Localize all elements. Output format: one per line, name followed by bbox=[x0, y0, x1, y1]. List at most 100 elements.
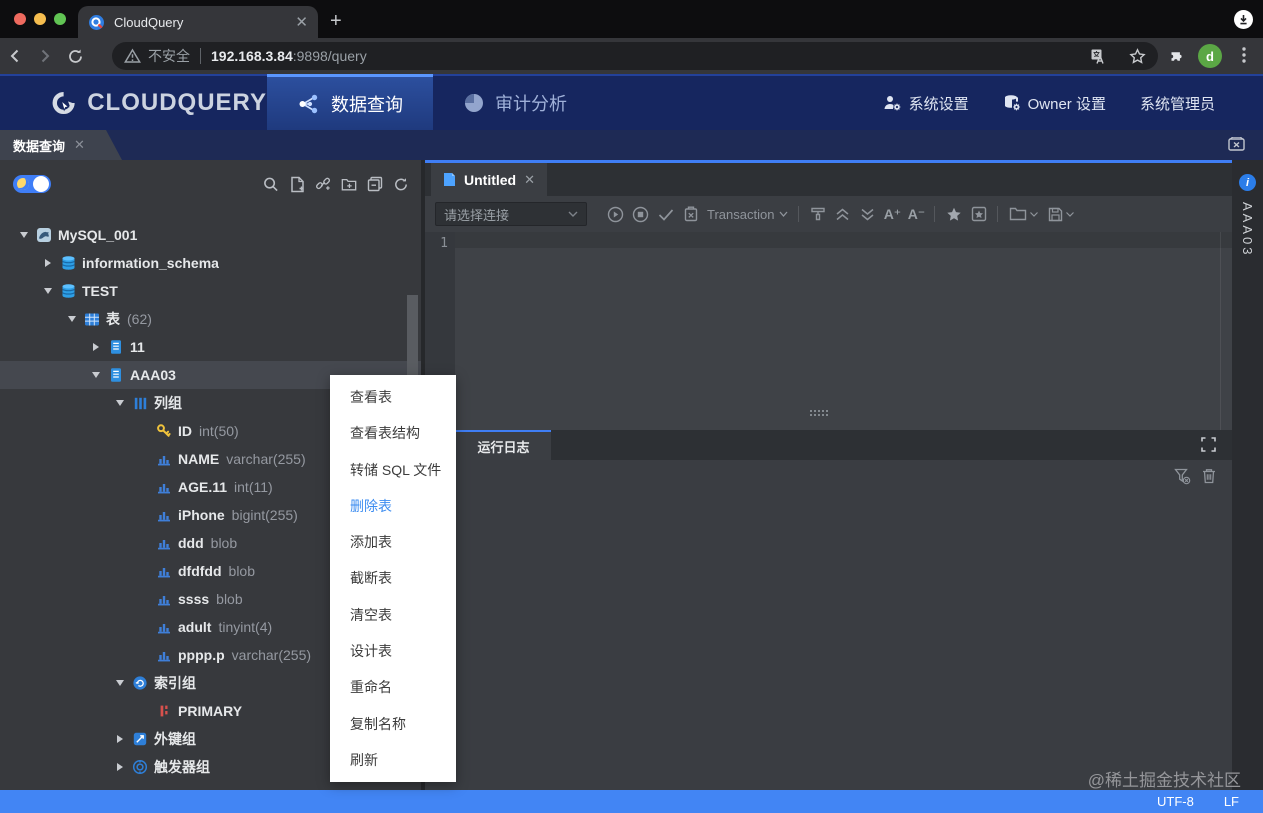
splitter-drag-handle[interactable] bbox=[810, 410, 830, 418]
run-icon[interactable] bbox=[603, 203, 628, 225]
owner-settings-button[interactable]: Owner 设置 bbox=[1003, 93, 1106, 114]
tree-label: 11 bbox=[130, 339, 145, 355]
tree-label: PRIMARY bbox=[178, 703, 243, 719]
nav-tab-label: 审计分析 bbox=[495, 94, 567, 114]
stop-icon[interactable] bbox=[628, 203, 653, 225]
tree-label: 触发器组 bbox=[154, 759, 210, 775]
expand-down-icon[interactable] bbox=[855, 203, 880, 225]
new-tab-button[interactable]: + bbox=[330, 10, 342, 33]
workspace-tab-data-query[interactable]: 数据查询 ✕ bbox=[0, 130, 122, 160]
nav-tab-data-query[interactable]: 数据查询 bbox=[267, 74, 433, 130]
caret-down-icon[interactable] bbox=[16, 232, 32, 238]
font-increase-button[interactable]: A⁺ bbox=[880, 206, 904, 223]
context-menu-item-刷新[interactable]: 刷新 bbox=[330, 742, 456, 778]
caret-down-icon[interactable] bbox=[64, 316, 80, 322]
workspace-tab-label: 数据查询 bbox=[13, 138, 66, 154]
tree-label: MySQL_001 bbox=[58, 227, 138, 243]
editor-tab-untitled[interactable]: Untitled ✕ bbox=[431, 163, 547, 196]
tab-close-icon[interactable]: ✕ bbox=[295, 15, 308, 30]
browser-menu-icon[interactable] bbox=[1242, 46, 1246, 64]
bookmark-star-icon[interactable] bbox=[1129, 47, 1146, 65]
right-panel-tab-aaa03[interactable]: AAA03 bbox=[1240, 202, 1255, 257]
caret-right-icon[interactable] bbox=[88, 343, 104, 351]
search-icon[interactable] bbox=[263, 174, 279, 194]
collapse-all-icon[interactable] bbox=[367, 174, 383, 194]
new-folder-icon[interactable] bbox=[341, 174, 357, 194]
add-connection-icon[interactable] bbox=[315, 174, 331, 194]
context-menu-item-查看表结构[interactable]: 查看表结构 bbox=[330, 415, 456, 451]
reload-icon[interactable] bbox=[60, 48, 90, 65]
system-settings-button[interactable]: 系统设置 bbox=[883, 93, 969, 114]
tree-row-表[interactable]: 表 (62) bbox=[0, 305, 421, 333]
extensions-puzzle-icon[interactable] bbox=[1168, 48, 1185, 65]
editor-scrollbar-track[interactable] bbox=[1220, 232, 1221, 430]
tree-row-TEST[interactable]: TEST bbox=[0, 277, 421, 305]
context-menu-item-清空表[interactable]: 清空表 bbox=[330, 597, 456, 633]
translate-icon[interactable] bbox=[1090, 48, 1107, 65]
caret-right-icon[interactable] bbox=[112, 763, 128, 771]
tree-label: iPhone bbox=[178, 507, 225, 523]
caret-down-icon[interactable] bbox=[88, 372, 104, 378]
context-menu-item-转储 SQL 文件[interactable]: 转储 SQL 文件 bbox=[330, 452, 456, 488]
open-folder-dropdown[interactable] bbox=[1004, 203, 1042, 225]
tree-row-information_schema[interactable]: information_schema bbox=[0, 249, 421, 277]
caret-right-icon[interactable] bbox=[40, 259, 56, 267]
close-all-tabs-icon[interactable] bbox=[1228, 137, 1245, 152]
font-decrease-button[interactable]: A⁻ bbox=[904, 206, 928, 223]
transaction-dropdown[interactable]: Transaction bbox=[707, 207, 788, 222]
commit-check-icon[interactable] bbox=[653, 203, 678, 225]
caret-down-icon[interactable] bbox=[112, 400, 128, 406]
clear-filter-icon[interactable] bbox=[1174, 468, 1191, 485]
code-editor[interactable]: 1 bbox=[425, 232, 1232, 430]
caret-down-icon[interactable] bbox=[112, 680, 128, 686]
context-menu-item-截断表[interactable]: 截断表 bbox=[330, 560, 456, 596]
collapse-up-icon[interactable] bbox=[830, 203, 855, 225]
connection-select[interactable]: 请选择连接 bbox=[435, 202, 587, 226]
table-context-menu: 查看表 查看表结构 转储 SQL 文件 删除表 添加表 截断表 清空表 设计表 重命名 复制名称刷… bbox=[330, 375, 456, 783]
url-path: :9898/query bbox=[292, 48, 367, 64]
close-window-button[interactable] bbox=[14, 13, 26, 25]
new-script-icon[interactable] bbox=[289, 174, 305, 194]
browser-tab[interactable]: CloudQuery ✕ bbox=[78, 6, 318, 38]
download-indicator-icon[interactable] bbox=[1234, 10, 1253, 29]
caret-down-icon[interactable] bbox=[40, 288, 56, 294]
address-bar[interactable]: 不安全 192.168.3.84 :9898/query bbox=[112, 42, 1158, 70]
logo-text: CLOUDQUERY bbox=[87, 89, 267, 116]
log-tab-run-log[interactable]: 运行日志 bbox=[456, 430, 551, 460]
refresh-icon[interactable] bbox=[393, 174, 409, 194]
sidebar-scrollbar[interactable] bbox=[407, 295, 418, 379]
nav-tab-audit-analysis[interactable]: 审计分析 bbox=[433, 76, 597, 130]
info-icon[interactable]: i bbox=[1239, 174, 1256, 191]
context-menu-item-复制名称[interactable]: 复制名称 bbox=[330, 706, 456, 742]
save-dropdown[interactable] bbox=[1042, 203, 1080, 225]
tree-column-type: varchar(255) bbox=[226, 451, 306, 467]
clear-log-trash-icon[interactable] bbox=[1202, 468, 1216, 485]
context-menu-item-添加表[interactable]: 添加表 bbox=[330, 524, 456, 560]
trigger-group-icon bbox=[131, 759, 149, 775]
favorite-star-icon[interactable] bbox=[941, 203, 966, 225]
security-label[interactable]: 不安全 bbox=[148, 46, 190, 66]
context-menu-item-设计表[interactable]: 设计表 bbox=[330, 633, 456, 669]
back-icon[interactable] bbox=[0, 47, 30, 65]
context-menu-item-重命名[interactable]: 重命名 bbox=[330, 669, 456, 705]
transaction-label: Transaction bbox=[707, 206, 775, 222]
fullscreen-expand-icon[interactable] bbox=[1201, 437, 1216, 452]
key-icon bbox=[155, 423, 173, 439]
tree-row-11[interactable]: 11 bbox=[0, 333, 421, 361]
caret-right-icon[interactable] bbox=[112, 735, 128, 743]
forward-icon[interactable] bbox=[30, 47, 60, 65]
context-menu-item-查看表[interactable]: 查看表 bbox=[330, 379, 456, 415]
admin-user-menu[interactable]: 系统管理员 bbox=[1140, 93, 1215, 114]
context-menu-item-删除表[interactable]: 删除表 bbox=[330, 488, 456, 524]
minimize-window-button[interactable] bbox=[34, 13, 46, 25]
theme-toggle[interactable] bbox=[13, 175, 51, 193]
tree-row-MySQL_001[interactable]: MySQL_001 bbox=[0, 221, 421, 249]
format-icon[interactable] bbox=[805, 203, 830, 225]
snippet-icon[interactable] bbox=[966, 203, 991, 225]
workspace-tab-close-icon[interactable]: ✕ bbox=[74, 137, 85, 153]
browser-profile-avatar[interactable]: d bbox=[1198, 44, 1222, 68]
editor-tab-close-icon[interactable]: ✕ bbox=[524, 172, 535, 188]
tree-label: pppp.p bbox=[178, 647, 225, 663]
zoom-window-button[interactable] bbox=[54, 13, 66, 25]
rollback-icon[interactable] bbox=[678, 203, 703, 225]
